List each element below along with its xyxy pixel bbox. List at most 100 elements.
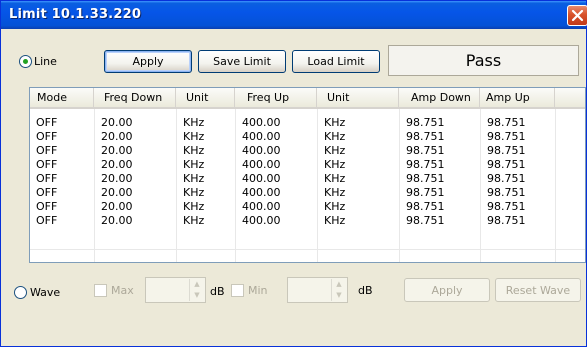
column-header-freq-up[interactable]: Freq Up xyxy=(235,88,317,107)
column-header-mode[interactable]: Mode xyxy=(30,88,94,107)
min-spin-buttons: ▲ ▼ xyxy=(331,279,346,301)
table-row[interactable]: OFF 20.00 KHz 400.00 KHz 98.751 98.751 xyxy=(30,214,585,228)
chevron-down-icon[interactable]: ▼ xyxy=(190,290,204,301)
max-spin-buttons: ▲ ▼ xyxy=(189,279,204,301)
cell-unit-down: KHz xyxy=(183,172,205,185)
cell-freq-up: 400.00 xyxy=(242,214,281,227)
chevron-up-icon[interactable]: ▲ xyxy=(332,279,346,290)
load-limit-button[interactable]: Load Limit xyxy=(292,50,380,73)
table-row[interactable]: OFF 20.00 KHz 400.00 KHz 98.751 98.751 xyxy=(30,200,585,214)
cell-unit-up: KHz xyxy=(324,144,346,157)
title-bar[interactable]: Limit 10.1.33.220 xyxy=(1,1,587,29)
cell-amp-up: 98.751 xyxy=(487,158,526,171)
min-checkbox[interactable] xyxy=(231,284,244,297)
wave-radio-label: Wave xyxy=(30,286,61,299)
table-row[interactable]: OFF 20.00 KHz 400.00 KHz 98.751 98.751 xyxy=(30,158,585,172)
cell-unit-down: KHz xyxy=(183,144,205,157)
table-row[interactable]: OFF 20.00 KHz 400.00 KHz 98.751 98.751 xyxy=(30,130,585,144)
cell-freq-up: 400.00 xyxy=(242,130,281,143)
cell-mode: OFF xyxy=(36,116,58,129)
cell-amp-down: 98.751 xyxy=(406,200,445,213)
status-display: Pass xyxy=(388,45,579,76)
cell-amp-up: 98.751 xyxy=(487,144,526,157)
cell-unit-down: KHz xyxy=(183,186,205,199)
cell-unit-down: KHz xyxy=(183,214,205,227)
save-limit-button[interactable]: Save Limit xyxy=(198,50,286,73)
cell-amp-up: 98.751 xyxy=(487,130,526,143)
column-header-amp-down[interactable]: Amp Down xyxy=(399,88,480,107)
cell-unit-down: KHz xyxy=(183,158,205,171)
cell-amp-down: 98.751 xyxy=(406,214,445,227)
cell-unit-down: KHz xyxy=(183,200,205,213)
cell-unit-up: KHz xyxy=(324,172,346,185)
cell-mode: OFF xyxy=(36,186,58,199)
cell-amp-down: 98.751 xyxy=(406,130,445,143)
close-icon xyxy=(571,9,584,22)
cell-mode: OFF xyxy=(36,158,58,171)
table-row[interactable]: OFF 20.00 KHz 400.00 KHz 98.751 98.751 xyxy=(30,186,585,200)
limit-dialog: Limit 10.1.33.220 Line Apply Save Limit … xyxy=(0,0,587,347)
cell-amp-down: 98.751 xyxy=(406,144,445,157)
cell-amp-up: 98.751 xyxy=(487,172,526,185)
cell-amp-up: 98.751 xyxy=(487,186,526,199)
cell-amp-down: 98.751 xyxy=(406,186,445,199)
max-label: Max xyxy=(111,284,134,297)
window-title: Limit 10.1.33.220 xyxy=(9,7,142,22)
cell-freq-down: 20.00 xyxy=(101,130,133,143)
cell-mode: OFF xyxy=(36,172,58,185)
table-row[interactable]: OFF 20.00 KHz 400.00 KHz 98.751 98.751 xyxy=(30,144,585,158)
table-row[interactable]: OFF 20.00 KHz 400.00 KHz 98.751 98.751 xyxy=(30,172,585,186)
wave-radio[interactable] xyxy=(14,286,27,299)
cell-unit-up: KHz xyxy=(324,158,346,171)
column-header-filler xyxy=(555,88,585,107)
min-spin-input[interactable]: ▲ ▼ xyxy=(287,277,348,303)
cell-unit-up: KHz xyxy=(324,186,346,199)
cell-unit-up: KHz xyxy=(324,200,346,213)
max-unit-label: dB xyxy=(210,285,225,298)
apply-button[interactable]: Apply xyxy=(104,50,192,73)
cell-amp-up: 98.751 xyxy=(487,200,526,213)
table-header: Mode Freq Down Unit Freq Up Unit Amp Dow… xyxy=(30,88,585,109)
cell-freq-down: 20.00 xyxy=(101,214,133,227)
cell-amp-up: 98.751 xyxy=(487,116,526,129)
line-radio[interactable] xyxy=(19,55,32,68)
column-header-amp-up[interactable]: Amp Up xyxy=(480,88,555,107)
cell-freq-down: 20.00 xyxy=(101,186,133,199)
cell-freq-up: 400.00 xyxy=(242,144,281,157)
column-header-unit-down[interactable]: Unit xyxy=(176,88,235,107)
reset-wave-button[interactable]: Reset Wave xyxy=(495,278,581,302)
close-button[interactable] xyxy=(567,5,587,26)
cell-freq-down: 20.00 xyxy=(101,158,133,171)
cell-freq-up: 400.00 xyxy=(242,116,281,129)
max-checkbox[interactable] xyxy=(94,284,107,297)
cell-mode: OFF xyxy=(36,130,58,143)
chevron-down-icon[interactable]: ▼ xyxy=(332,290,346,301)
limit-table[interactable]: Mode Freq Down Unit Freq Up Unit Amp Dow… xyxy=(29,87,586,263)
table-row[interactable]: OFF 20.00 KHz 400.00 KHz 98.751 98.751 xyxy=(30,116,585,130)
cell-mode: OFF xyxy=(36,214,58,227)
wave-apply-button[interactable]: Apply xyxy=(404,278,490,302)
cell-freq-up: 400.00 xyxy=(242,186,281,199)
cell-freq-up: 400.00 xyxy=(242,172,281,185)
cell-amp-down: 98.751 xyxy=(406,158,445,171)
cell-freq-down: 20.00 xyxy=(101,116,133,129)
cell-unit-up: KHz xyxy=(324,214,346,227)
cell-freq-down: 20.00 xyxy=(101,172,133,185)
column-header-freq-down[interactable]: Freq Down xyxy=(94,88,176,107)
cell-amp-up: 98.751 xyxy=(487,214,526,227)
chevron-up-icon[interactable]: ▲ xyxy=(190,279,204,290)
cell-mode: OFF xyxy=(36,200,58,213)
cell-freq-down: 20.00 xyxy=(101,144,133,157)
max-spin-input[interactable]: ▲ ▼ xyxy=(145,277,206,303)
min-label: Min xyxy=(248,284,268,297)
cell-unit-down: KHz xyxy=(183,116,205,129)
cell-freq-up: 400.00 xyxy=(242,158,281,171)
min-unit-label: dB xyxy=(358,284,373,297)
grid-line xyxy=(30,249,585,250)
cell-freq-up: 400.00 xyxy=(242,200,281,213)
cell-amp-down: 98.751 xyxy=(406,116,445,129)
column-header-unit-up[interactable]: Unit xyxy=(317,88,399,107)
cell-mode: OFF xyxy=(36,144,58,157)
cell-unit-up: KHz xyxy=(324,130,346,143)
cell-freq-down: 20.00 xyxy=(101,200,133,213)
